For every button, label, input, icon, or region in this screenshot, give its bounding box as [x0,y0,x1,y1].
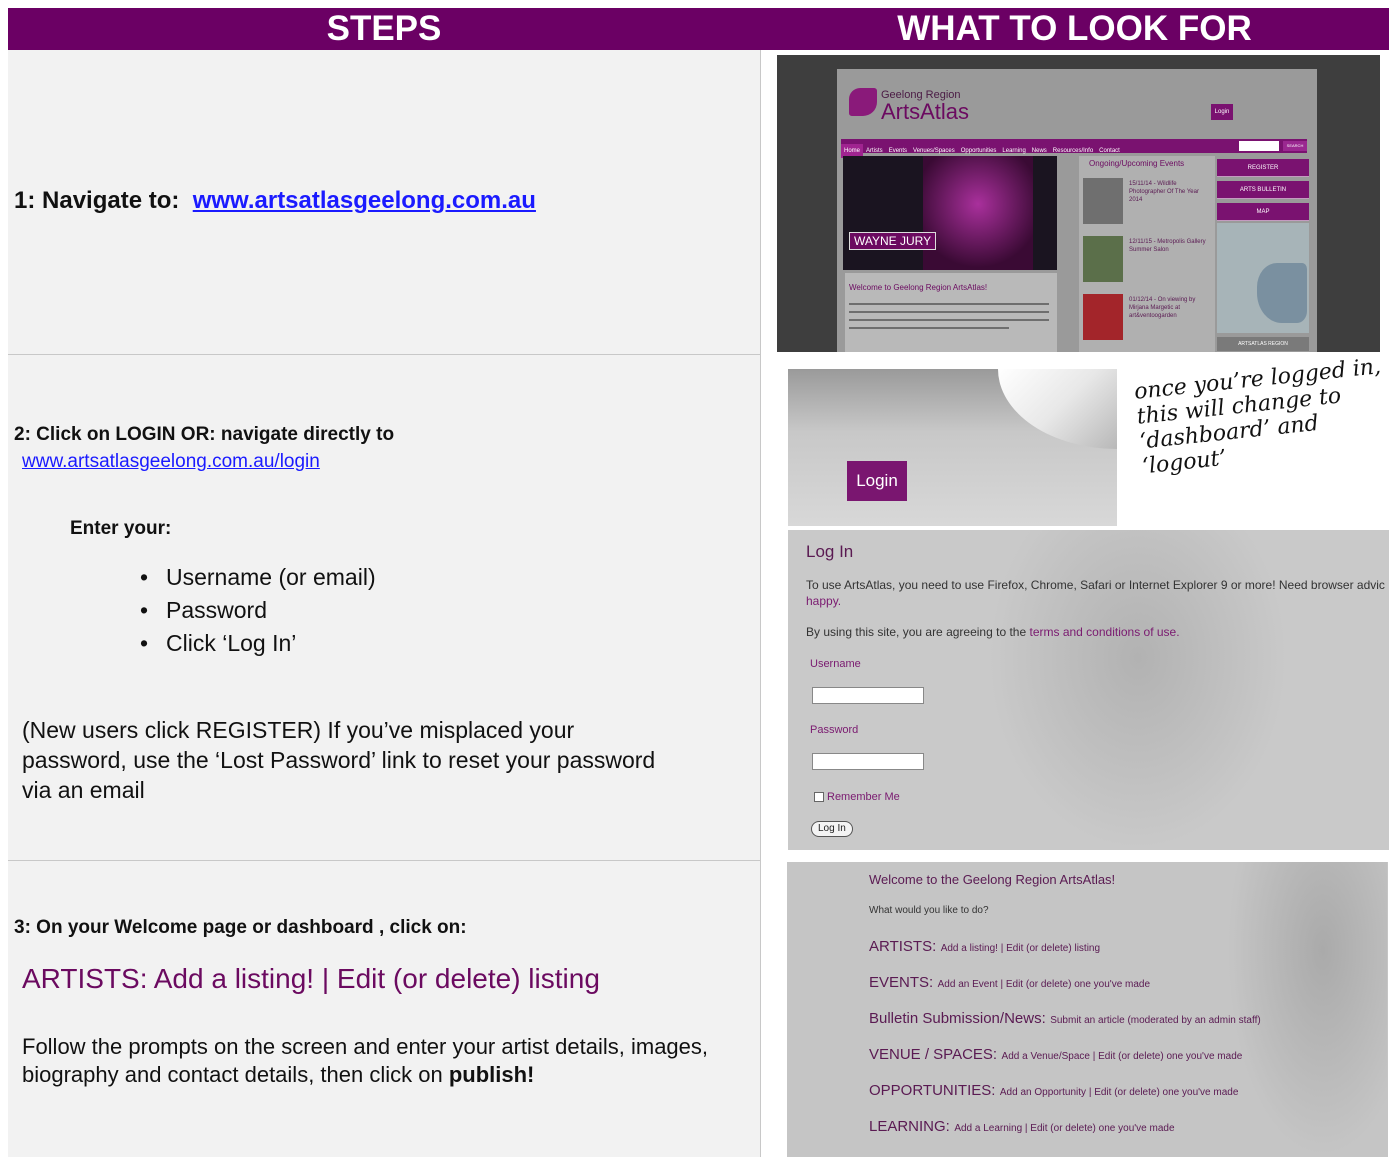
terms-link[interactable]: terms and conditions of use. [1029,625,1179,639]
step-1-text: 1: Navigate to: www.artsatlasgeelong.com… [14,187,536,215]
step-3-cell [8,861,760,1157]
main-nav: Home Artists Events Venues/Spaces Opportunit… [841,139,1307,158]
login-button[interactable]: Login [1211,104,1233,120]
learning-label: LEARNING: [869,1118,950,1135]
event-thumb[interactable] [1083,178,1123,224]
credentials-list: • Username (or email) • Password • Click ‘L… [140,561,376,660]
text-line [849,311,1049,313]
list-item: • Click ‘Log In’ [140,630,297,656]
bulletin-actions[interactable]: Submit an article (moderated by an admin… [1050,1015,1260,1026]
enter-your-label: Enter your: [70,518,172,539]
venues-label: VENUE / SPACES: [869,1046,998,1063]
artists-label: ARTISTS: [869,938,937,955]
step-3-body: Follow the prompts on the screen and ent… [22,1033,742,1089]
what-to-look-for-heading: WHAT TO LOOK FOR [897,9,1252,48]
artists-action-line: ARTISTS: Add a listing! | Edit (or delet… [22,963,600,994]
dashboard-welcome: Welcome to the Geelong Region ArtsAtlas! [869,872,1116,887]
region-map[interactable] [1217,223,1309,333]
welcome-panel: Welcome to Geelong Region ArtsAtlas! [845,273,1057,352]
dashboard-line-learning[interactable]: LEARNING: Add a Learning | Edit (or dele… [869,1118,1175,1136]
venues-actions[interactable]: Add a Venue/Space | Edit (or delete) one… [1002,1051,1243,1062]
steps-heading: STEPS [326,9,442,48]
site-link[interactable]: www.artsatlasgeelong.com.au [193,187,536,214]
step-3-title: 3: On your Welcome page or dashboard , c… [14,917,467,938]
username-input[interactable] [812,687,924,704]
username-label: Username [810,658,861,670]
step-1-prefix: 1: Navigate to: [14,187,180,214]
events-label: EVENTS: [869,974,934,991]
search-button[interactable]: SEARCH [1283,141,1307,151]
arts-bulletin-button[interactable]: ARTS BULLETIN [1217,181,1309,199]
table-header: STEPS WHAT TO LOOK FOR [8,8,1389,50]
hero-photo [923,156,1033,270]
event-text[interactable]: 15/11/14 - Wildlife Photographer Of The … [1129,180,1209,204]
map-button[interactable]: MAP [1217,203,1309,221]
list-item: • Password [140,597,267,623]
password-input[interactable] [812,753,924,770]
dashboard-line-bulletin[interactable]: Bulletin Submission/News: Submit an arti… [869,1010,1261,1028]
welcome-title: Welcome to Geelong Region ArtsAtlas! [849,283,988,292]
terms-text: By using this site, you are agreeing to … [806,625,1027,639]
text-line [849,327,1009,329]
opportunities-label: OPPORTUNITIES: [869,1082,996,1099]
map-water [1257,263,1307,323]
remember-me-checkbox[interactable] [814,792,824,802]
text-line [849,319,1049,321]
dashboard-line-opportunities[interactable]: OPPORTUNITIES: Add an Opportunity | Edit… [869,1082,1238,1100]
logo-name: ArtsAtlas [881,99,970,124]
log-in-button[interactable]: Log In [811,821,853,837]
learning-actions[interactable]: Add a Learning | Edit (or delete) one yo… [954,1123,1174,1134]
event-thumb[interactable] [1083,236,1123,282]
hero-caption: WAYNE JURY [849,232,937,250]
opportunities-actions[interactable]: Add an Opportunity | Edit (or delete) on… [1000,1087,1239,1098]
login-button-screenshot: Login [788,369,1117,526]
events-title: Ongoing/Upcoming Events [1089,159,1185,168]
browser-notice-tail: happy. [806,594,842,608]
dashboard-question: What would you like to do? [869,905,989,916]
dashboard-line-events[interactable]: EVENTS: Add an Event | Edit (or delete) … [869,974,1150,992]
new-user-note: (New users click REGISTER) If you’ve mis… [22,717,656,803]
text-line [849,303,1049,305]
events-actions[interactable]: Add an Event | Edit (or delete) one you'… [938,979,1150,990]
event-text[interactable]: 12/11/15 - Metropolis Gallery Summer Sal… [1129,238,1209,254]
search-input[interactable] [1239,141,1279,151]
region-label: ARTSATLAS REGION [1217,337,1309,351]
login-button-large[interactable]: Login [847,461,907,501]
list-item: • Username (or email) [140,564,376,590]
login-form-screenshot: Log In To use ArtsAtlas, you need to use… [788,530,1389,850]
bulletin-label: Bulletin Submission/News: [869,1010,1046,1027]
register-button[interactable]: REGISTER [1217,159,1309,177]
terms-notice: By using this site, you are agreeing to … [806,625,1180,639]
step-3-body-text: Follow the prompts on the screen and ent… [22,1034,709,1087]
artists-actions[interactable]: Add a listing! | Edit (or delete) listin… [941,943,1100,954]
dashboard-screenshot: Welcome to the Geelong Region ArtsAtlas!… [787,862,1388,1157]
event-thumb[interactable] [1083,294,1123,340]
step-2-title: 2: Click on LOGIN OR: navigate directly … [14,424,395,445]
login-link[interactable]: www.artsatlasgeelong.com.au/login [22,451,320,473]
homepage-screenshot: Geelong Region ArtsAtlas Login Home Artis… [777,55,1380,352]
handwritten-note: once you’re logged in, this will change … [1133,354,1383,480]
dashboard-line-artists[interactable]: ARTISTS: Add a listing! | Edit (or delet… [869,938,1100,956]
publish-word: publish! [448,1062,535,1087]
browser-notice: To use ArtsAtlas, you need to use Firefo… [806,578,1385,592]
login-title: Log In [806,542,854,561]
dashboard-line-venues[interactable]: VENUE / SPACES: Add a Venue/Space | Edit… [869,1046,1242,1064]
artsatlas-logo-icon [849,88,877,116]
password-label: Password [810,724,859,736]
event-text[interactable]: 01/12/14 - On viewing by Mirjana Margeti… [1129,296,1209,320]
hero-image: WAYNE JURY [843,156,1057,270]
remember-me-label: Remember Me [827,791,900,803]
events-panel: Ongoing/Upcoming Events 15/11/14 - Wildl… [1079,156,1215,352]
column-divider [760,50,761,1157]
